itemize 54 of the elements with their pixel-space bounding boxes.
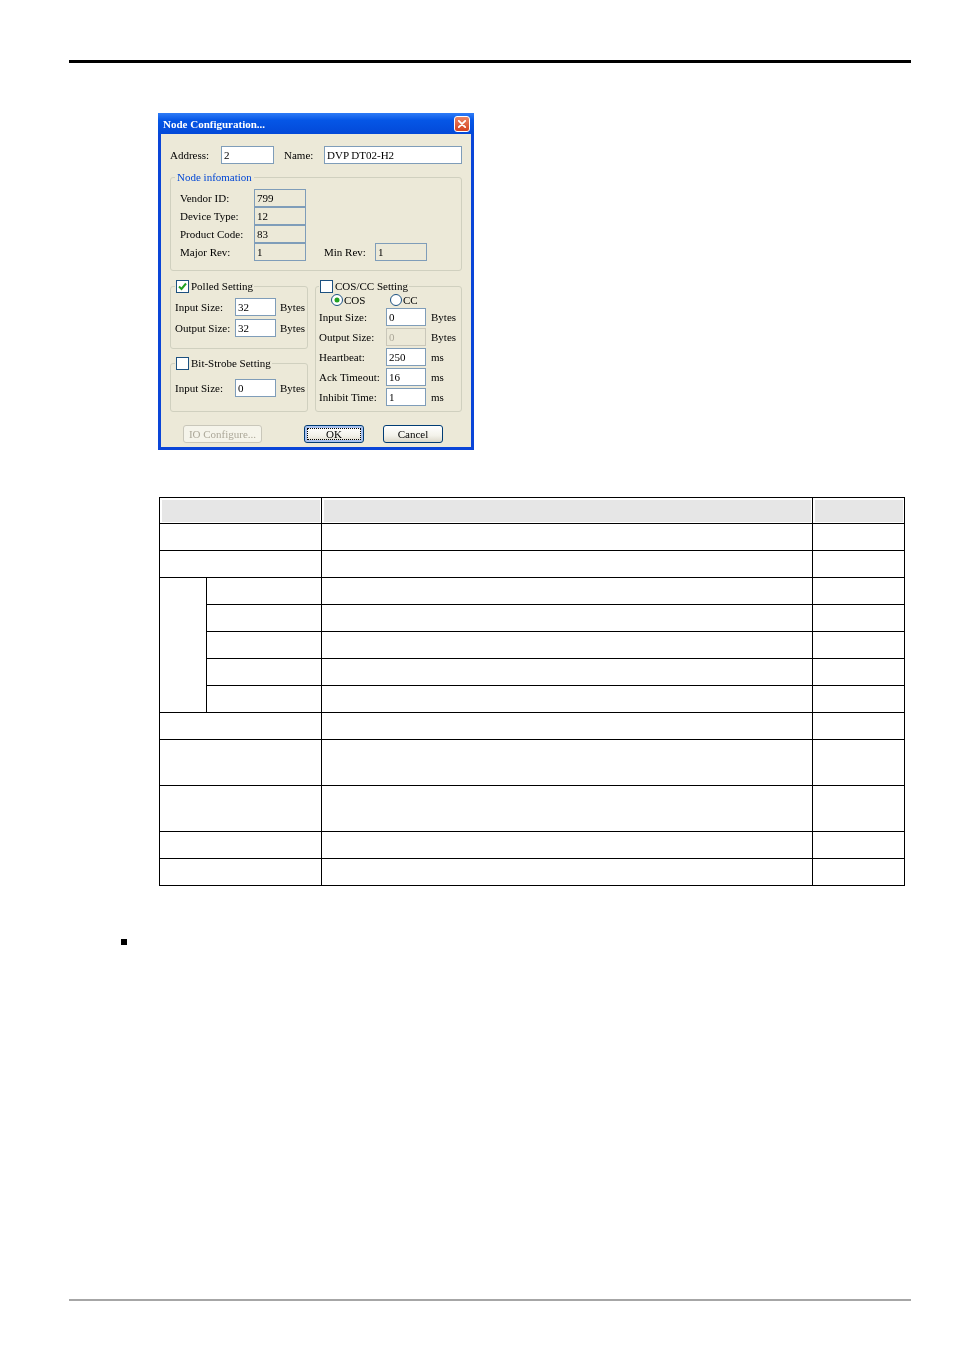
name-field[interactable]: DVP DT02-H2 [324,146,462,164]
checkbox[interactable] [176,357,189,370]
read-only-field: 12 [254,207,306,225]
unit-label: Bytes [431,331,457,343]
checkbox-label[interactable]: Bit-Strobe Setting [191,357,271,369]
close-icon [458,119,466,128]
unit-label: ms [431,391,444,403]
dialog-button[interactable]: Cancel [383,425,443,443]
field-label: Input Size: [175,382,224,394]
radio-button[interactable] [390,293,402,306]
close-button[interactable] [454,115,470,132]
radio-label[interactable]: CC [403,293,418,306]
unit-label: Bytes [280,382,306,394]
address-field[interactable]: 2 [221,146,274,164]
read-only-field: 799 [254,189,306,207]
field-label: Output Size: [175,322,232,334]
checkbox[interactable] [320,280,333,293]
checkbox-label[interactable]: COS/CC Setting [335,280,409,292]
read-only-field: 1 [375,243,427,261]
checkbox-label[interactable]: Polled Setting [191,280,254,292]
radio-label[interactable]: COS [344,293,366,306]
field-label: Major Rev: [180,246,232,258]
field-label: Input Size: [319,311,368,323]
dialog-button[interactable]: OK [304,425,364,443]
unit-label: Bytes [280,322,306,334]
input-field[interactable]: 0 [235,379,276,397]
input-field[interactable]: 32 [235,298,276,316]
checkbox[interactable] [176,280,189,293]
read-only-field: 83 [254,225,306,243]
field-label: Inhibit Time: [319,391,378,403]
read-only-field: 1 [254,243,306,261]
field-label: Device Type: [180,210,240,222]
group-title: Node infomation [177,171,252,183]
radio-button[interactable] [331,293,343,306]
window-title: Node Configuration... [163,117,266,130]
input-field[interactable]: 1 [386,388,426,406]
square-bullet-icon [121,939,127,945]
field-label: Heartbeat: [319,351,366,363]
field-label: Output Size: [319,331,376,343]
field-label: Product Code: [180,228,245,240]
field-label: Input Size: [175,301,224,313]
input-field[interactable]: 0 [386,308,426,326]
field-label: Address: [170,149,211,161]
field-label: Name: [284,149,315,161]
input-field[interactable]: 16 [386,368,426,386]
unit-label: Bytes [280,301,306,313]
field-label: Min Rev: [324,246,367,258]
unit-label: Bytes [431,311,457,323]
unit-label: ms [431,371,444,383]
field-label: Vendor ID: [180,192,231,204]
input-field[interactable]: 32 [235,319,276,337]
field-label: Ack Timeout: [319,371,381,383]
input-field[interactable]: 250 [386,348,426,366]
unit-label: ms [431,351,444,363]
